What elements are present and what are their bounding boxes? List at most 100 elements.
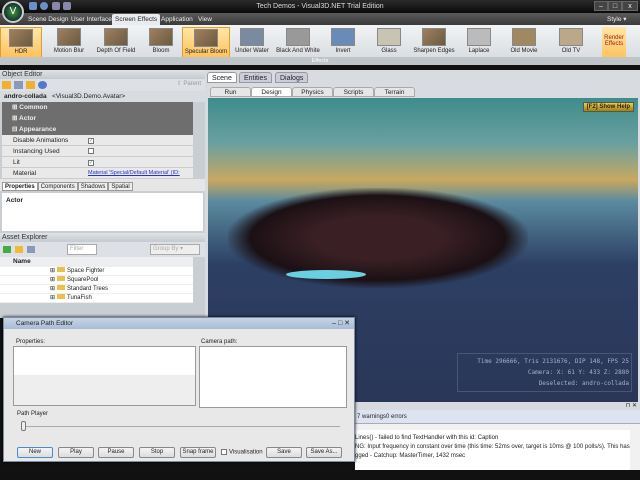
tab-user-interface[interactable]: User Interface [68, 14, 115, 25]
app-logo-button[interactable]: V [2, 1, 24, 23]
tab-properties[interactable]: Properties [2, 182, 38, 191]
editor-tabs: Properties Components Shadows Spatial [0, 179, 205, 191]
tab-scripts[interactable]: Scripts [333, 87, 374, 97]
effect-label: Motion Blur [53, 48, 85, 54]
pause-button[interactable]: Pause [98, 447, 134, 458]
material-link[interactable]: Material 'Special/Default Material' (ID: [88, 168, 180, 179]
instancing-used-checkbox[interactable] [88, 148, 94, 154]
events-icon[interactable] [38, 81, 47, 89]
effect-label: HDR [14, 49, 28, 55]
sort-icon[interactable] [27, 246, 35, 253]
category-appearance[interactable]: ⊟ Appearance [2, 124, 193, 135]
tab-scene-design[interactable]: Scene Design [25, 14, 71, 25]
tab-run[interactable]: Run [210, 87, 251, 97]
redo-icon[interactable] [63, 2, 71, 10]
tab-design[interactable]: Design [251, 87, 292, 97]
tab-components[interactable]: Components [37, 182, 78, 191]
name-column-header[interactable]: Name [0, 257, 193, 267]
effect-black-and-white[interactable]: Black And White [274, 27, 322, 59]
stop-button[interactable]: Stop [139, 447, 175, 458]
maximize-button[interactable]: □ [608, 1, 622, 11]
effect-label: Under Water [235, 48, 269, 54]
category-actor[interactable]: ⊞ Actor [2, 113, 193, 124]
tab-view[interactable]: View [195, 14, 215, 25]
camera-position: Camera: X: 61 Y: 433 Z: 2880 [527, 369, 629, 376]
effect-invert[interactable]: Invert [322, 27, 364, 59]
effect-label: Specular Bloom [184, 49, 228, 55]
save-icon[interactable] [29, 2, 37, 10]
log-list[interactable]: Lines() - failed to find TextHandler wit… [355, 430, 630, 470]
settings-icon[interactable] [40, 2, 48, 10]
tab-scene[interactable]: Scene [207, 72, 237, 83]
path-player-track [24, 426, 340, 427]
tree-item[interactable]: ⊞ Space Fighter [0, 267, 193, 276]
tree-item[interactable]: ⊞ Standard Trees [0, 285, 193, 294]
dialog-titlebar[interactable]: Camera Path Editor – □ ✕ [4, 318, 354, 329]
properties-box[interactable] [13, 346, 196, 406]
effect-label: Old Movie [510, 48, 538, 54]
save-as-button[interactable]: Save As... [306, 447, 342, 458]
effect-glass[interactable]: Glass [368, 27, 410, 59]
log-header: ⊓ ✕ [355, 402, 640, 410]
disable-animations-checkbox[interactable]: ✓ [88, 138, 94, 144]
visualisation-option[interactable]: Visualisation [221, 449, 263, 456]
effect-label: Black And White [276, 48, 320, 54]
tab-entities[interactable]: Entities [239, 72, 272, 83]
style-label: Style [607, 16, 622, 23]
object-editor-title: Object Editor [2, 71, 43, 78]
effect-label: Depth Of Field [96, 48, 136, 54]
save-button[interactable]: Save [266, 447, 302, 458]
render-effects-button[interactable]: Render Effects [602, 27, 626, 59]
dialog-window-controls[interactable]: – □ ✕ [332, 318, 350, 329]
visualisation-checkbox[interactable] [221, 449, 227, 455]
effect-motion-blur[interactable]: Motion Blur [48, 27, 90, 59]
style-menu[interactable]: Style ▾ [604, 14, 630, 25]
effect-old-movie[interactable]: Old Movie [503, 27, 545, 59]
snap-frame-button[interactable]: Snap frame [180, 447, 216, 458]
log-line: Lines() - failed to find TextHandler wit… [355, 435, 499, 441]
effect-old-tv[interactable]: Old TV [550, 27, 592, 59]
camera-path-list[interactable] [199, 346, 347, 408]
visualisation-label: Visualisation [229, 449, 263, 456]
tab-dialogs[interactable]: Dialogs [275, 72, 309, 83]
properties-label: Properties: [16, 339, 46, 345]
group-by-select[interactable]: Group By ▾ [150, 244, 200, 255]
title-bar: Tech Demos - Visual3D.NET Trial Edition [0, 0, 640, 13]
effect-depth-of-field[interactable]: Depth Of Field [95, 27, 137, 59]
effect-label: Sharpen Edges [413, 48, 455, 54]
tab-terrain[interactable]: Terrain [374, 87, 415, 97]
minimize-button[interactable]: – [594, 1, 608, 11]
tab-spatial[interactable]: Spatial [108, 182, 133, 191]
dialog-title: Camera Path Editor [16, 320, 74, 327]
path-player-slider[interactable] [21, 421, 26, 431]
play-button[interactable]: Play [58, 447, 94, 458]
effect-label: Invert [335, 48, 351, 54]
tree-item[interactable]: ⊞ TunaFish [0, 294, 193, 303]
effect-bloom[interactable]: Bloom [140, 27, 182, 59]
sort-alpha-icon[interactable] [14, 81, 23, 89]
camera-path-label: Camera path: [201, 339, 238, 345]
tab-screen-effects[interactable]: Screen Effects [112, 14, 161, 25]
add-asset-icon[interactable] [3, 246, 11, 253]
new-button[interactable]: New [17, 447, 53, 458]
effect-label: Glass [381, 48, 397, 54]
lit-checkbox[interactable]: ✓ [88, 160, 94, 166]
effect-specular-bloom[interactable]: Specular Bloom [182, 27, 230, 59]
filter-input[interactable]: Filter [67, 244, 97, 255]
category-common[interactable]: ⊞ Common [2, 102, 193, 113]
tab-shadows[interactable]: Shadows [77, 182, 109, 191]
effect-hdr[interactable]: HDR [0, 27, 42, 59]
close-button[interactable]: x [622, 1, 638, 11]
folder-icon[interactable] [15, 246, 23, 253]
categorized-icon[interactable] [2, 81, 11, 89]
effect-under-water[interactable]: Under Water [231, 27, 273, 59]
undo-icon[interactable] [52, 2, 60, 10]
effect-laplace[interactable]: Laplace [458, 27, 500, 59]
tab-application[interactable]: Application [158, 14, 196, 25]
tree-item[interactable]: ⊞ SquarePool [0, 276, 193, 285]
parent-button[interactable]: ⇧ Parent [177, 80, 201, 87]
effect-sharpen-edges[interactable]: Sharpen Edges [410, 27, 458, 59]
properties-icon[interactable] [26, 81, 35, 89]
help-badge[interactable]: [F2] Show Help [582, 102, 634, 112]
tab-physics[interactable]: Physics [292, 87, 333, 97]
